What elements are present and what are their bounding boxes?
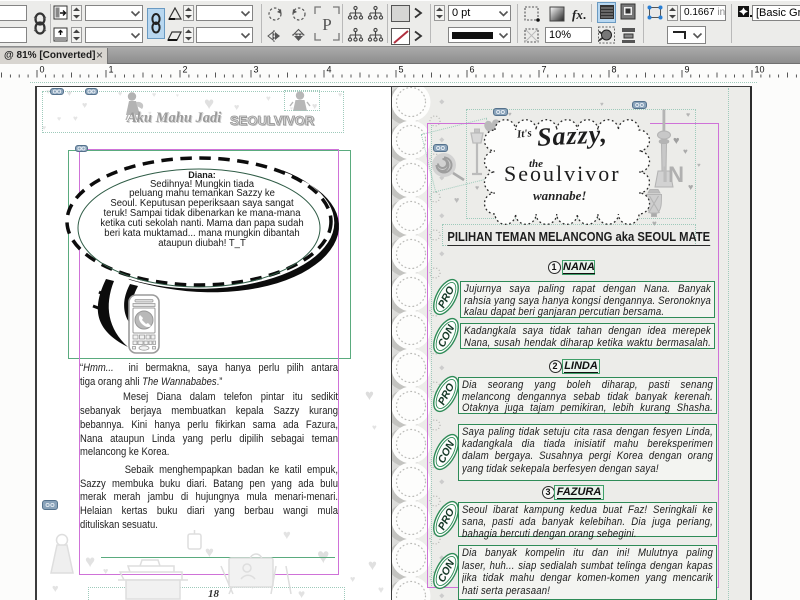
svg-text:8: 8 xyxy=(612,65,617,75)
svg-text:9: 9 xyxy=(685,65,690,75)
svg-text:P: P xyxy=(322,15,331,34)
svg-text:1: 1 xyxy=(109,65,114,75)
svg-text:10: 10 xyxy=(755,65,765,75)
svg-text:2: 2 xyxy=(183,65,188,75)
svg-text:5: 5 xyxy=(399,65,404,75)
svg-text:7: 7 xyxy=(542,65,547,75)
svg-text:0: 0 xyxy=(40,65,45,75)
svg-text:6: 6 xyxy=(470,65,475,75)
svg-text:4: 4 xyxy=(327,65,332,75)
svg-text:3: 3 xyxy=(254,65,259,75)
